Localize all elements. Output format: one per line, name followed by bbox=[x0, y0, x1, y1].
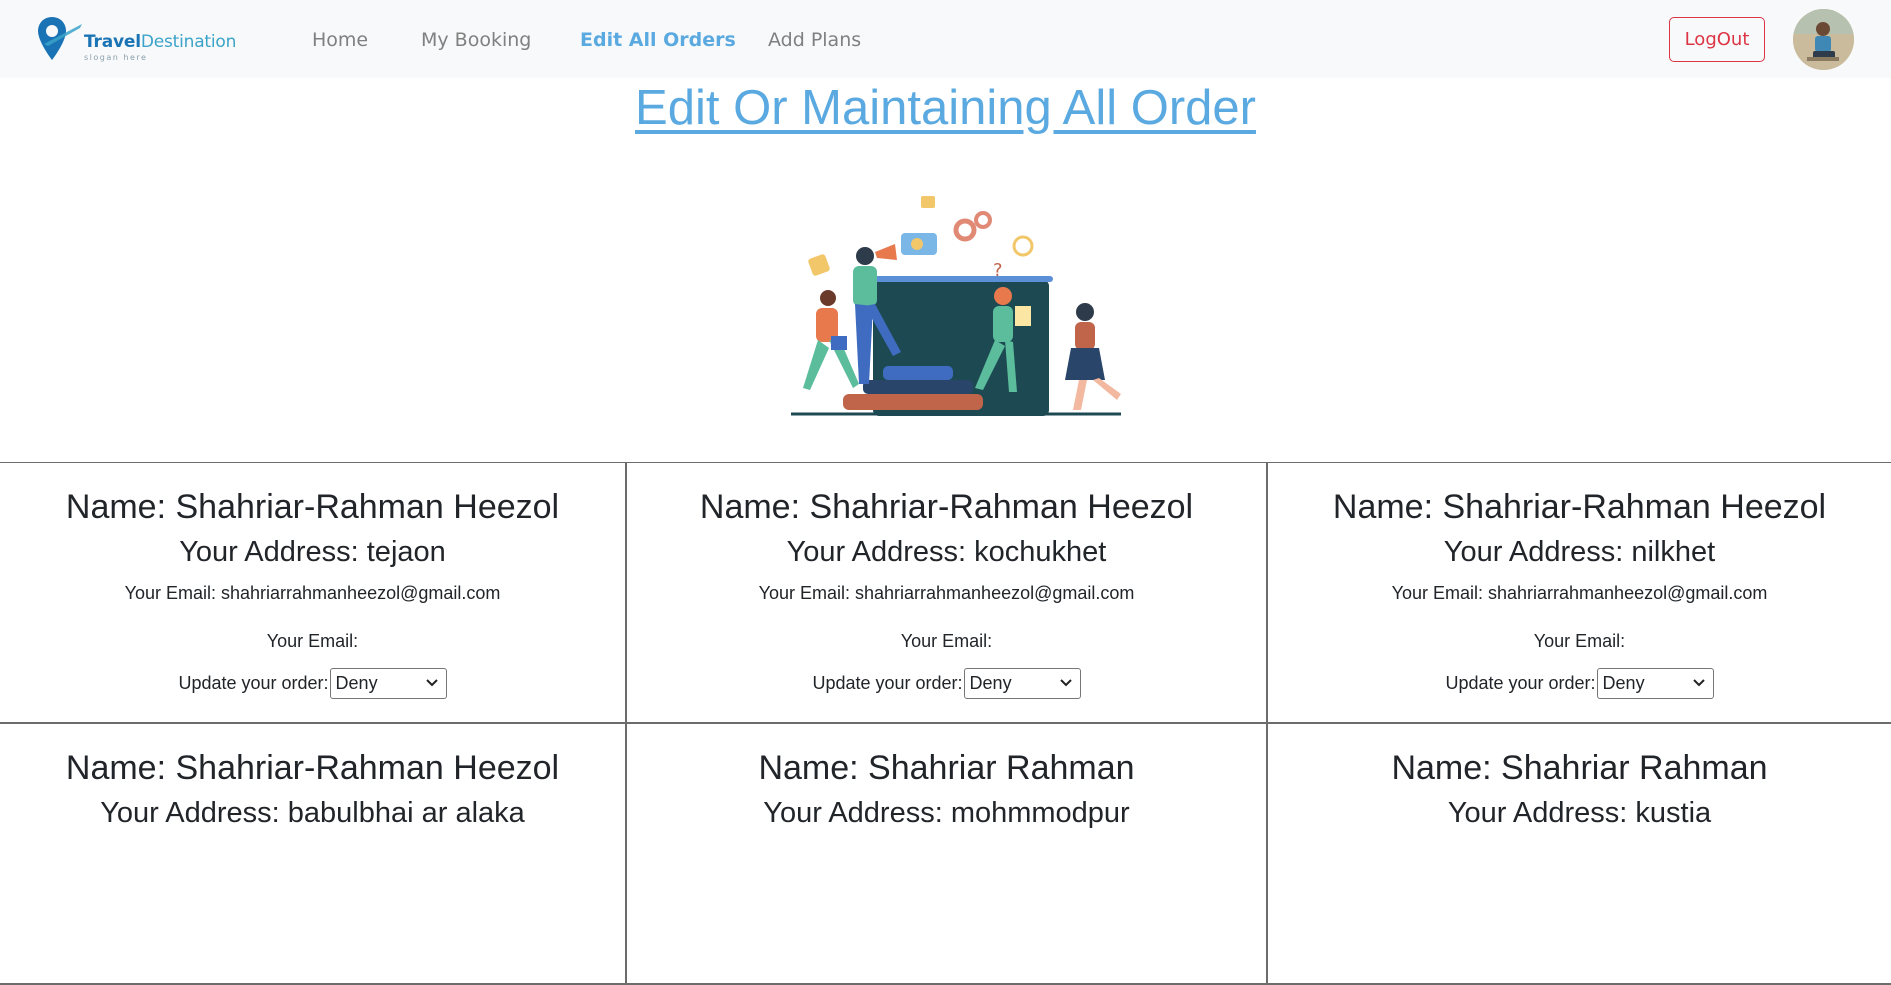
order-card: Name: Shahriar-Rahman Heezol Your Addres… bbox=[0, 724, 627, 985]
navbar: TravelDestination slogan here Home My Bo… bbox=[0, 0, 1891, 78]
order-name: Name: Shahriar-Rahman Heezol bbox=[1332, 488, 1827, 526]
nav-add-plans[interactable]: Add Plans bbox=[768, 29, 861, 51]
order-address: Your Address: kochukhet bbox=[786, 536, 1107, 568]
order-address: Your Address: nilkhet bbox=[1443, 536, 1716, 568]
brand-name: TravelDestination bbox=[84, 32, 237, 52]
chevron-down-icon bbox=[1692, 679, 1705, 687]
chevron-down-icon bbox=[425, 679, 438, 687]
order-address: Your Address: kustia bbox=[1447, 797, 1712, 829]
order-status-select[interactable]: Deny bbox=[963, 668, 1081, 699]
nav-my-booking[interactable]: My Booking bbox=[421, 29, 531, 51]
update-order-label: Update your order: bbox=[812, 673, 963, 693]
order-email: Your Email: shahriarrahmanheezol@gmail.c… bbox=[124, 583, 501, 603]
update-order-row: Update your order: Deny bbox=[0, 668, 625, 699]
location-pin-icon bbox=[38, 17, 82, 60]
update-order-row: Update your order: Deny bbox=[1268, 668, 1891, 699]
order-address: Your Address: tejaon bbox=[179, 536, 446, 568]
update-order-label: Update your order: bbox=[178, 673, 329, 693]
order-card: Name: Shahriar-Rahman Heezol Your Addres… bbox=[627, 463, 1268, 724]
order-address: Your Address: mohmmodpur bbox=[763, 797, 1130, 829]
order-card: Name: Shahriar Rahman Your Address: kust… bbox=[1268, 724, 1891, 985]
order-card: Name: Shahriar Rahman Your Address: mohm… bbox=[627, 724, 1268, 985]
nav-edit-all-orders[interactable]: Edit All Orders bbox=[580, 29, 736, 51]
user-photo-icon bbox=[1793, 9, 1854, 70]
order-email: Your Email: shahriarrahmanheezol@gmail.c… bbox=[1391, 583, 1768, 603]
chevron-down-icon bbox=[1059, 679, 1072, 687]
avatar[interactable] bbox=[1793, 9, 1854, 70]
order-card: Name: Shahriar-Rahman Heezol Your Addres… bbox=[0, 463, 627, 724]
order-email-empty: Your Email: bbox=[1533, 631, 1626, 651]
order-status-value: Deny bbox=[1602, 673, 1645, 693]
order-name: Name: Shahriar-Rahman Heezol bbox=[699, 488, 1194, 526]
svg-text:?: ? bbox=[993, 260, 1003, 281]
brand-logo[interactable]: TravelDestination slogan here bbox=[36, 14, 236, 66]
order-email: Your Email: shahriarrahmanheezol@gmail.c… bbox=[758, 583, 1135, 603]
order-status-value: Deny bbox=[969, 673, 1012, 693]
order-address: Your Address: babulbhai ar alaka bbox=[100, 797, 525, 829]
order-name: Name: Shahriar-Rahman Heezol bbox=[65, 749, 560, 787]
orders-grid: Name: Shahriar-Rahman Heezol Your Addres… bbox=[0, 462, 1891, 985]
order-email-empty: Your Email: bbox=[266, 631, 359, 651]
order-status-select[interactable]: Deny bbox=[1596, 668, 1714, 699]
update-order-label: Update your order: bbox=[1445, 673, 1596, 693]
team-illustration: ? bbox=[791, 196, 1121, 416]
brand-slogan: slogan here bbox=[84, 53, 148, 62]
update-order-row: Update your order: Deny bbox=[627, 668, 1266, 699]
order-name: Name: Shahriar Rahman bbox=[758, 749, 1135, 787]
order-name: Name: Shahriar Rahman bbox=[1391, 749, 1768, 787]
logout-button[interactable]: LogOut bbox=[1669, 17, 1765, 62]
order-email-empty: Your Email: bbox=[900, 631, 993, 651]
order-card: Name: Shahriar-Rahman Heezol Your Addres… bbox=[1268, 463, 1891, 724]
nav-home[interactable]: Home bbox=[312, 29, 368, 51]
order-status-value: Deny bbox=[335, 673, 378, 693]
order-name: Name: Shahriar-Rahman Heezol bbox=[65, 488, 560, 526]
order-status-select[interactable]: Deny bbox=[329, 668, 447, 699]
page-title: Edit Or Maintaining All Order bbox=[635, 81, 1256, 135]
